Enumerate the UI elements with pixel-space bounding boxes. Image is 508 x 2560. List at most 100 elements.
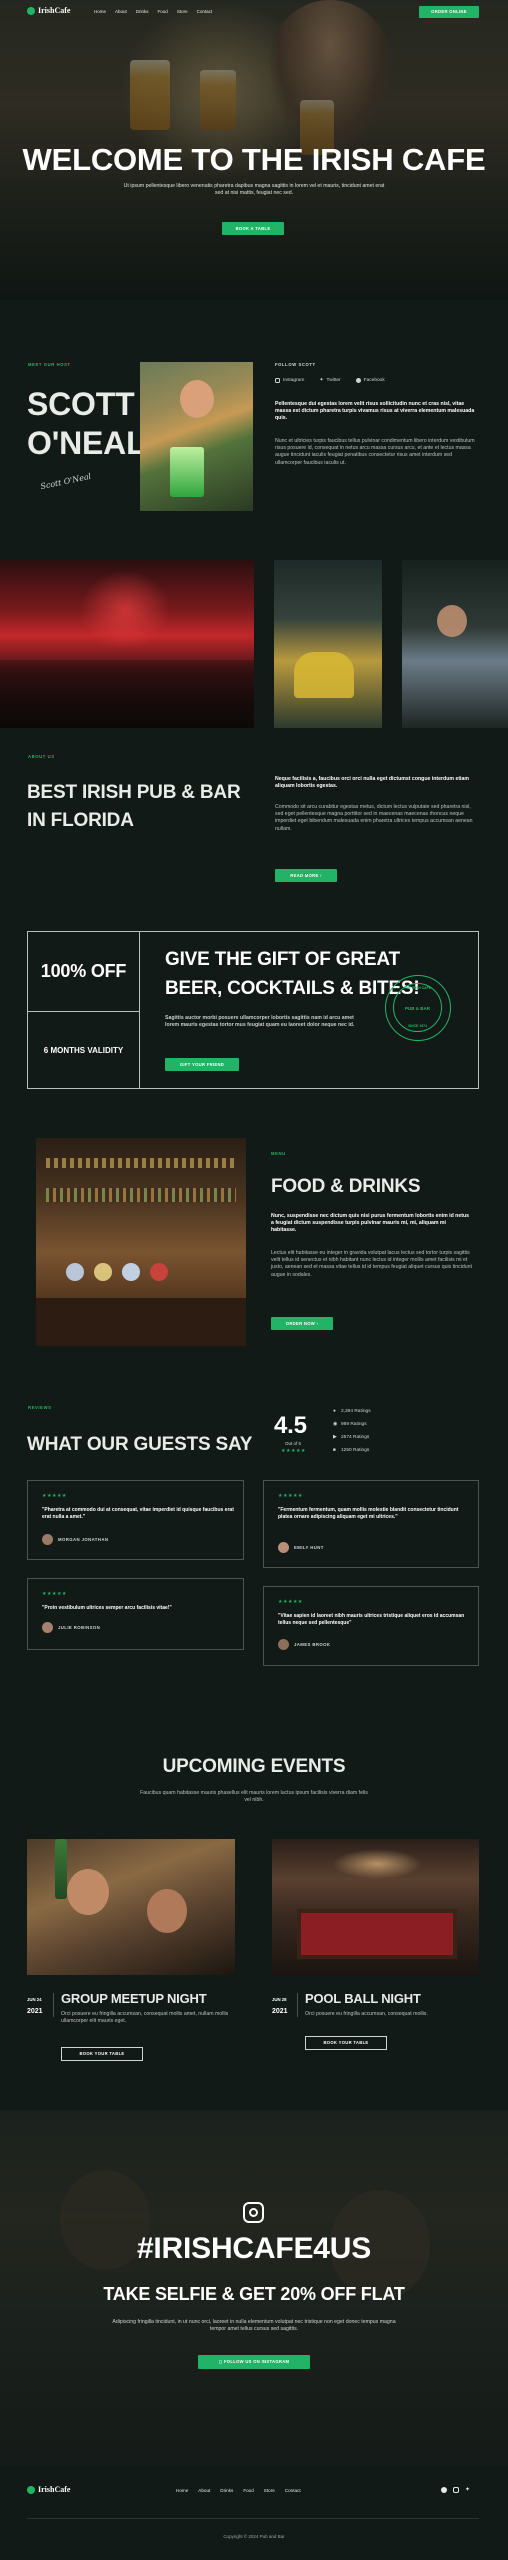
facebook-icon[interactable] [441,2487,447,2493]
instagram-icon[interactable] [453,2487,459,2493]
events-text: Faucibus quam habitasse mauris phasellus… [140,1790,368,1804]
review-card-1: ★★★★★ "Pharetra at commodo dui at conseq… [27,1480,244,1560]
event-2-pool-table [297,1909,457,1959]
nav-home[interactable]: Home [94,9,106,14]
event-photo-1 [27,1839,235,1975]
promo-offer: 100% OFF [40,961,127,981]
event-1-person-b [147,1889,187,1933]
review-author: JULIE ROBINSON [58,1625,101,1630]
nav-about[interactable]: About [115,9,127,14]
owner-instagram-link[interactable]: Instagram [275,377,304,383]
follow-label: FOLLOW SCOTT [275,362,316,367]
book-table-button[interactable]: BOOK A TABLE [222,222,284,235]
stat-other-label: 1250 Ratings [341,1448,370,1453]
event-1-bottle [55,1839,67,1899]
event-1-person-a [67,1869,109,1915]
arrow-right-icon: › [320,873,322,878]
footer-divider [27,2518,479,2519]
order-now-label: ORDER NOW [285,1321,316,1326]
promo-validity: 6 MONTHS VALIDITY [43,1046,124,1055]
event-2-month: JUN 28 [272,1997,287,2002]
review-author: JAMES BROOK [294,1642,331,1647]
reviews-score-sub: Out of 5 [285,1441,302,1446]
event-2-year: 2021 [272,2008,288,2015]
read-more-label: READ MORE [290,873,319,878]
owner-facebook-link[interactable]: Facebook [355,377,385,383]
footer-socials: ✦ [441,2487,470,2493]
footer-logo[interactable]: IrishCafe [27,2485,70,2494]
menu-photo-tap-1 [66,1263,84,1281]
menu-photo-shelf-1 [46,1158,236,1168]
review-quote: "Vitae sapien id laoreet nibh mauris ult… [278,1613,465,1626]
reviews-eyebrow: REVIEWS [28,1405,52,1410]
nav-drinks[interactable]: Drinks [136,9,149,14]
event-2-text: Orci posuere eu fringilla accumsan, cons… [305,2011,428,2017]
nav-food[interactable]: Food [158,9,168,14]
menu-bold-text-content: Nunc, suspendisse nec dictum quis nisi p… [271,1213,470,1234]
reviews-stat-other: ■ 1250 Ratings [333,1444,371,1457]
nav-logo[interactable]: IrishCafe [27,6,70,15]
instagram-icon [243,2202,264,2223]
footer-contact[interactable]: Contact [285,2488,301,2493]
gallery-photo-fans [274,560,382,728]
event-2-lamp [332,1849,422,1879]
owner-photo [140,362,253,511]
footer-food[interactable]: Food [243,2488,253,2493]
follow-instagram-label: FOLLOW US ON INSTAGRAM [223,2359,290,2364]
order-online-button[interactable]: ORDER ONLINE [419,6,479,18]
owner-photo-face [180,380,214,418]
events-title: UPCOMING EVENTS [162,1756,346,1777]
reviews-score: 4.5 [274,1412,307,1439]
footer-drinks[interactable]: Drinks [220,2488,233,2493]
menu-photo-tap-3 [122,1263,140,1281]
hero-section: IrishCafe Home About Drinks Food Store C… [0,0,508,300]
footer-brand-name: IrishCafe [38,2485,71,2494]
nav-store[interactable]: Store [177,9,188,14]
owner-name-line2: O'NEAL [27,425,146,461]
review-card-3: ★★★★★ "Proin vestibulum ultrices semper … [27,1578,244,1650]
menu-photo-shelf-2 [46,1188,236,1202]
twitter-icon[interactable]: ✦ [465,2487,470,2493]
follow-instagram-button[interactable]: ◻ FOLLOW US ON INSTAGRAM [198,2355,310,2369]
about-text: Commodo sit arcu curabitur egestas metus… [275,804,473,832]
review-card-4: ★★★★★ "Vitae sapien id laoreet nibh maur… [263,1586,479,1666]
review-quote: "Pharetra at commodo dui at consequat, v… [42,1507,234,1520]
promo-text: Sagittis auctor morbi posuere ullamcorpe… [165,1015,355,1029]
play-icon: ▶ [333,1435,337,1440]
read-more-button[interactable]: READ MORE › [275,869,337,882]
review-stars: ★★★★★ [42,1493,67,1499]
footer-store[interactable]: Store [264,2488,275,2493]
twitter-icon: ✦ [319,377,324,383]
footer-about[interactable]: About [198,2488,210,2493]
reviews-stats: ● 2,394 Ratings ◉ 989 Ratings ▶ 2574 Rating… [333,1405,371,1457]
about-bold-text-content: Neque facilisis a, faucibus orci orci nu… [275,776,469,790]
social-section: #IRISHCAFE4US TAKE SELFIE & GET 20% OFF … [0,2110,508,2466]
twitter-label: Twitter [326,377,341,383]
social-subtitle: TAKE SELFIE & GET 20% OFF FLAT [103,2284,405,2304]
about-bold-text: Neque facilisis a, faucibus orci orci nu… [275,776,475,790]
review-stars: ★★★★★ [278,1493,303,1499]
gallery-photo-bar [0,560,254,728]
social-text: Adipiscing fringilla tincidunt, in ut nu… [112,2319,396,2333]
footer-home[interactable]: Home [176,2488,188,2493]
tripadvisor-icon: ◉ [333,1422,338,1427]
gallery-photo-friends [402,560,508,728]
menu-photo-tap-2 [94,1263,112,1281]
reviews-score-stars: ★★★★★ [281,1448,306,1454]
order-now-button[interactable]: ORDER NOW › [271,1317,333,1330]
menu-bold-text: Nunc, suspendisse nec dictum quis nisi p… [271,1213,472,1235]
menu-photo-tap-4 [150,1263,168,1281]
avatar [42,1622,53,1633]
event-2-book-button[interactable]: BOOK YOUR TABLE [305,2036,387,2050]
gift-friend-button[interactable]: GIFT YOUR FRIEND [165,1058,239,1071]
review-card-2: ★★★★★ "Fermentum fermentum, quam mollis … [263,1480,479,1568]
event-1-book-button[interactable]: BOOK YOUR TABLE [61,2047,143,2061]
instagram-icon-lens [249,2208,258,2217]
owner-text: Nunc et ultricies turpis faucibus tellus… [275,438,475,466]
event-1-title: GROUP MEETUP NIGHT [61,1991,207,2006]
instagram-icon [275,377,280,383]
nav-contact[interactable]: Contact [197,9,213,14]
owner-twitter-link[interactable]: ✦ Twitter [319,377,340,383]
avatar [278,1639,289,1650]
owner-photo-glass [170,447,204,497]
